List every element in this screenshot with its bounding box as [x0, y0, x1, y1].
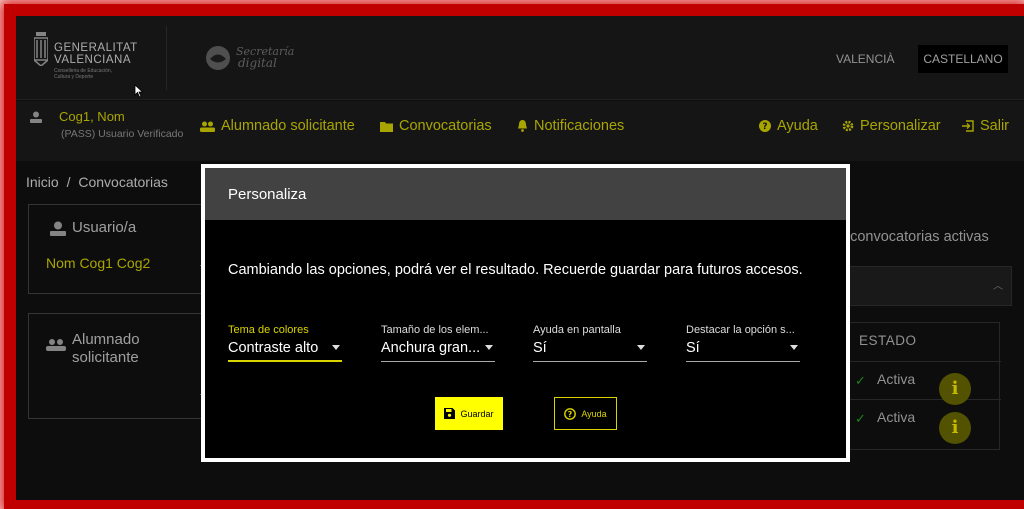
screenshot-frame: GENERALITAT VALENCIANA Conselleria de Ed… — [0, 0, 1024, 509]
field-value: Sí — [686, 340, 700, 356]
field-value: Anchura gran... — [381, 340, 481, 356]
personaliza-dialog: Personaliza Cambiando las opciones, podr… — [201, 164, 850, 462]
dialog-description: Cambiando las opciones, podrá ver el res… — [228, 262, 803, 278]
field-value: Sí — [533, 340, 547, 356]
mouse-cursor-icon — [134, 84, 144, 98]
save-icon — [444, 408, 456, 419]
svg-text:?: ? — [568, 409, 573, 418]
field-label: Ayuda en pantalla — [533, 324, 621, 336]
highlight-option-select[interactable]: Destacar la opción s... Sí — [686, 320, 800, 362]
caret-down-icon — [485, 345, 493, 350]
dialog-title: Personaliza — [228, 186, 307, 203]
caret-down-icon — [790, 345, 798, 350]
caret-down-icon — [637, 345, 645, 350]
field-value: Contraste alto — [228, 340, 319, 356]
dialog-header: Personaliza — [205, 168, 846, 220]
help-button-label: Ayuda — [581, 408, 607, 419]
element-size-select[interactable]: Tamaño de los elem... Anchura gran... — [381, 320, 495, 362]
save-button-label: Guardar — [460, 408, 494, 419]
caret-down-icon — [332, 345, 340, 350]
help-icon: ? — [564, 407, 577, 420]
field-label: Destacar la opción s... — [686, 324, 795, 336]
screen-help-select[interactable]: Ayuda en pantalla Sí — [533, 320, 647, 362]
theme-select[interactable]: Tema de colores Contraste alto — [228, 320, 342, 362]
save-button[interactable]: Guardar — [435, 397, 503, 430]
field-label: Tema de colores — [228, 324, 309, 336]
field-label: Tamaño de los elem... — [381, 324, 489, 336]
help-button[interactable]: ? Ayuda — [554, 397, 617, 430]
